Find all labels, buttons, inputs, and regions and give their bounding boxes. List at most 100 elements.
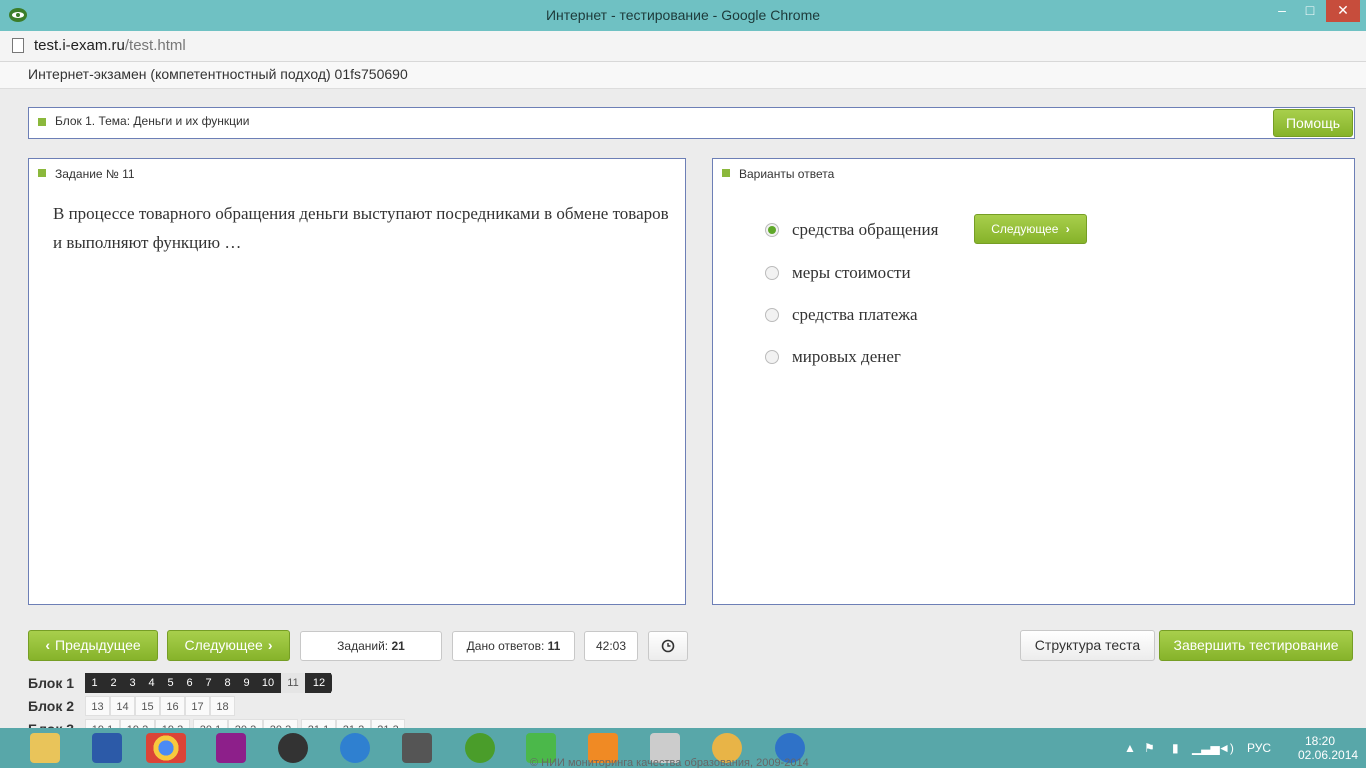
question-link[interactable]: 20.2 — [228, 719, 263, 728]
answers-panel: Варианты ответа средства обращения Следу… — [712, 158, 1355, 605]
media-disc-icon[interactable] — [278, 733, 308, 763]
timer-toggle-button[interactable] — [648, 631, 688, 661]
bullet-icon — [38, 169, 46, 177]
itunes-icon[interactable] — [340, 733, 370, 763]
question-link[interactable]: 18 — [210, 696, 235, 716]
tasks-label: Заданий: — [337, 639, 389, 653]
question-link[interactable]: 21.2 — [336, 719, 371, 728]
answer-next-button[interactable]: Следующее › — [974, 214, 1087, 244]
question-link[interactable]: 2 — [104, 673, 123, 693]
block-bar: Блок 1. Тема: Деньги и их функции Помощь — [28, 107, 1355, 139]
language-indicator[interactable]: РУС — [1247, 728, 1271, 768]
question-link[interactable]: 1 — [85, 673, 104, 693]
answered-counter: Дано ответов: 11 — [452, 631, 575, 661]
answered-count: 11 — [547, 639, 561, 653]
answer-label: мировых денег — [792, 347, 901, 366]
question-link[interactable]: 13 — [85, 696, 110, 716]
question-link-current[interactable]: 11 — [281, 673, 305, 693]
block-2-label: Блок 2 — [28, 698, 75, 714]
clock-icon — [661, 639, 675, 653]
answered-label: Дано ответов: — [466, 639, 545, 653]
page-content: Интернет-экзамен (компетентностный подхо… — [0, 62, 1366, 737]
question-link[interactable]: 4 — [142, 673, 161, 693]
question-link[interactable]: 10 — [256, 673, 280, 693]
exam-title: Интернет-экзамен (компетентностный подхо… — [28, 66, 408, 82]
question-link[interactable]: 21.1 — [301, 719, 336, 728]
question-link[interactable]: 19.2 — [120, 719, 155, 728]
footer-copyright: © НИИ мониторинга качества образования, … — [530, 757, 809, 768]
question-link[interactable]: 17 — [185, 696, 210, 716]
next-button[interactable]: Следующее › — [167, 630, 290, 661]
radio-button[interactable] — [765, 308, 779, 322]
url-text[interactable]: test.i-exam.ru/test.html — [34, 37, 186, 54]
battery-icon[interactable]: ▮ — [1172, 728, 1179, 768]
block-1-label: Блок 1 — [28, 675, 75, 691]
chevron-left-icon: ‹ — [45, 637, 50, 653]
question-link[interactable]: 19.3 — [155, 719, 190, 728]
radio-button-checked[interactable] — [765, 223, 779, 237]
volume-icon[interactable]: ◄) — [1218, 728, 1234, 768]
clock[interactable]: 18:20 02.06.2014 — [1298, 728, 1358, 768]
bullet-icon — [722, 169, 730, 177]
answer-next-label: Следующее — [991, 222, 1059, 236]
prev-button[interactable]: ‹ Предыдущее — [28, 630, 158, 661]
tasks-counter: Заданий: 21 — [300, 631, 442, 661]
question-link[interactable]: 7 — [199, 673, 218, 693]
question-link[interactable]: 19.1 — [85, 719, 120, 728]
block-title: Блок 1. Тема: Деньги и их функции — [55, 114, 250, 128]
question-link[interactable]: 15 — [135, 696, 160, 716]
network-icon[interactable]: ⚑ — [1144, 728, 1155, 768]
answer-label: средства платежа — [792, 305, 918, 324]
radio-button[interactable] — [765, 266, 779, 280]
maximize-button[interactable]: □ — [1296, 0, 1324, 22]
clock-time: 18:20 — [1304, 734, 1336, 748]
close-button[interactable]: ✕ — [1326, 0, 1360, 22]
question-link[interactable]: 3 — [123, 673, 142, 693]
chevron-right-icon: › — [1065, 222, 1070, 236]
page-icon — [12, 38, 24, 53]
radio-button[interactable] — [765, 350, 779, 364]
signal-icon[interactable]: ▁▃▅ — [1192, 728, 1220, 768]
question-link[interactable]: 6 — [180, 673, 199, 693]
answer-label: средства обращения — [792, 220, 939, 239]
question-link[interactable]: 20.1 — [193, 719, 228, 728]
minimize-button[interactable]: – — [1268, 0, 1296, 22]
question-title: Задание № 11 — [55, 167, 135, 181]
utorrent-icon[interactable] — [465, 733, 495, 763]
test-structure-button[interactable]: Структура теста — [1020, 630, 1155, 661]
window-titlebar: Интернет - тестирование - Google Chrome … — [0, 0, 1366, 31]
question-link[interactable]: 8 — [218, 673, 237, 693]
app-c-icon[interactable] — [216, 733, 246, 763]
chevron-right-icon: › — [267, 637, 273, 653]
next-label: Следующее — [184, 637, 263, 653]
address-bar[interactable]: test.i-exam.ru/test.html — [0, 31, 1366, 62]
question-link[interactable]: 21.3 — [371, 719, 405, 728]
video-editor-icon[interactable] — [402, 733, 432, 763]
url-domain: test.i-exam.ru — [34, 37, 125, 54]
bullet-icon — [38, 118, 46, 126]
url-path: /test.html — [124, 37, 186, 54]
question-link[interactable]: 5 — [161, 673, 180, 693]
question-link[interactable]: 20.3 — [263, 719, 298, 728]
tasks-count: 21 — [391, 639, 405, 653]
file-explorer-icon[interactable] — [30, 733, 60, 763]
block-1-nav: 1 2 3 4 5 6 7 8 9 10 11 12 — [85, 673, 332, 693]
prev-label: Предыдущее — [55, 637, 141, 653]
block-3-nav: 19.1 19.2 19.3 20.1 20.2 20.3 21.1 21.2 … — [85, 719, 405, 728]
question-link[interactable]: 14 — [110, 696, 135, 716]
finish-test-button[interactable]: Завершить тестирование — [1159, 630, 1353, 661]
word-icon[interactable] — [92, 733, 122, 763]
window-title: Интернет - тестирование - Google Chrome — [545, 7, 821, 23]
windows-taskbar: ▲ ⚑ ▮ ▁▃▅ ◄) РУС 18:20 02.06.2014 © НИИ … — [0, 728, 1366, 768]
question-link[interactable]: 9 — [237, 673, 256, 693]
question-link[interactable]: 12 — [307, 673, 331, 693]
answer-label: меры стоимости — [792, 263, 911, 282]
timer: 42:03 — [584, 631, 638, 661]
question-panel: Задание № 11 В процессе товарного обраще… — [28, 158, 686, 605]
tray-chevron-up-icon[interactable]: ▲ — [1124, 728, 1136, 768]
chrome-icon[interactable] — [146, 733, 186, 763]
question-link[interactable]: 16 — [160, 696, 185, 716]
help-button[interactable]: Помощь — [1273, 109, 1353, 137]
question-text: В процессе товарного обращения деньги вы… — [53, 204, 669, 252]
answers-title: Варианты ответа — [739, 167, 835, 181]
